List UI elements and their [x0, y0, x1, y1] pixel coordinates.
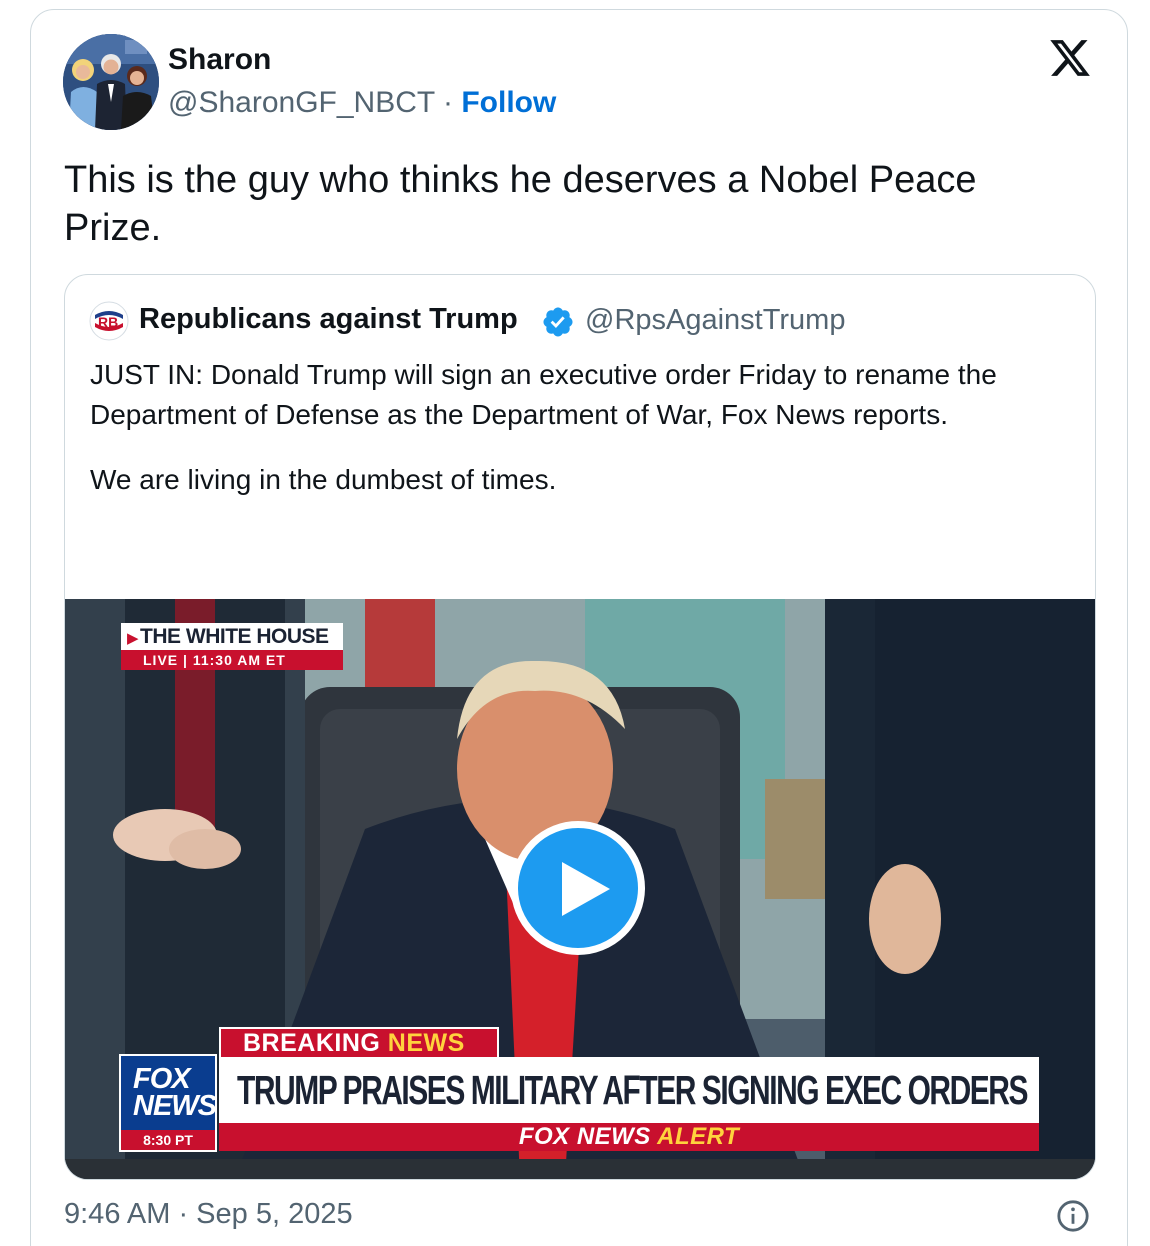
fox-news-logo: FOX NEWS 8:30 PT — [119, 1054, 217, 1152]
x-logo-icon[interactable] — [1047, 36, 1093, 80]
quoted-text: JUST IN: Donald Trump will sign an execu… — [90, 355, 1050, 500]
quoted-tweet[interactable]: RB Republicans against Trump @RpsAgainst… — [64, 274, 1096, 1180]
tweet-text: This is the guy who thinks he deserves a… — [64, 159, 977, 249]
alert-bar: FOX NEWS ALERT — [219, 1123, 1039, 1151]
breaking-news-bar: BREAKING NEWS — [219, 1027, 499, 1059]
info-icon[interactable] — [1056, 1199, 1090, 1233]
quoted-avatar[interactable]: RB — [89, 301, 129, 341]
author-name[interactable]: Sharon — [168, 43, 271, 77]
live-badge: ▶THE WHITE HOUSE LIVE | 11:30 AM ET — [121, 623, 343, 670]
logo-line-2: NEWS — [133, 1090, 217, 1122]
live-time: 11:30 AM ET — [192, 652, 286, 668]
news-word: NEWS — [387, 1029, 465, 1057]
separator-dot: · — [443, 86, 454, 119]
quoted-text-paragraph: We are living in the dumbest of times. — [90, 464, 557, 495]
live-title: THE WHITE HOUSE — [140, 625, 329, 648]
video-player[interactable]: ▶THE WHITE HOUSE LIVE | 11:30 AM ET BREA… — [65, 599, 1095, 1179]
tweet-card: Sharon @SharonGF_NBCT · Follow This is t… — [30, 9, 1128, 1246]
alert-brand: FOX NEWS — [518, 1123, 651, 1150]
chyron-headline: TRUMP PRAISES MILITARY AFTER SIGNING EXE… — [219, 1057, 1039, 1123]
author-handle[interactable]: @SharonGF_NBCT — [168, 86, 435, 119]
tweet-timestamp[interactable]: 9:46 AM · Sep 5, 2025 — [64, 1198, 353, 1231]
svg-text:RB: RB — [98, 314, 118, 330]
logo-time: 8:30 PT — [121, 1130, 215, 1150]
alert-word: ALERT — [657, 1123, 740, 1150]
logo-line-1: FOX — [133, 1063, 191, 1095]
quoted-text-paragraph: JUST IN: Donald Trump will sign an execu… — [90, 359, 997, 430]
breaking-word: BREAKING — [243, 1029, 381, 1057]
live-label: LIVE — [143, 652, 179, 668]
avatar[interactable] — [63, 34, 159, 130]
quoted-author-name[interactable]: Republicans against Trump — [139, 303, 518, 336]
verified-badge-icon — [543, 307, 573, 337]
play-icon — [562, 862, 610, 916]
quoted-author-handle[interactable]: @RpsAgainstTrump — [585, 304, 845, 337]
live-triangle-icon: ▶ — [127, 630, 139, 647]
author-meta: @SharonGF_NBCT · Follow — [168, 86, 556, 120]
play-button[interactable] — [511, 821, 645, 955]
follow-button[interactable]: Follow — [461, 86, 556, 119]
